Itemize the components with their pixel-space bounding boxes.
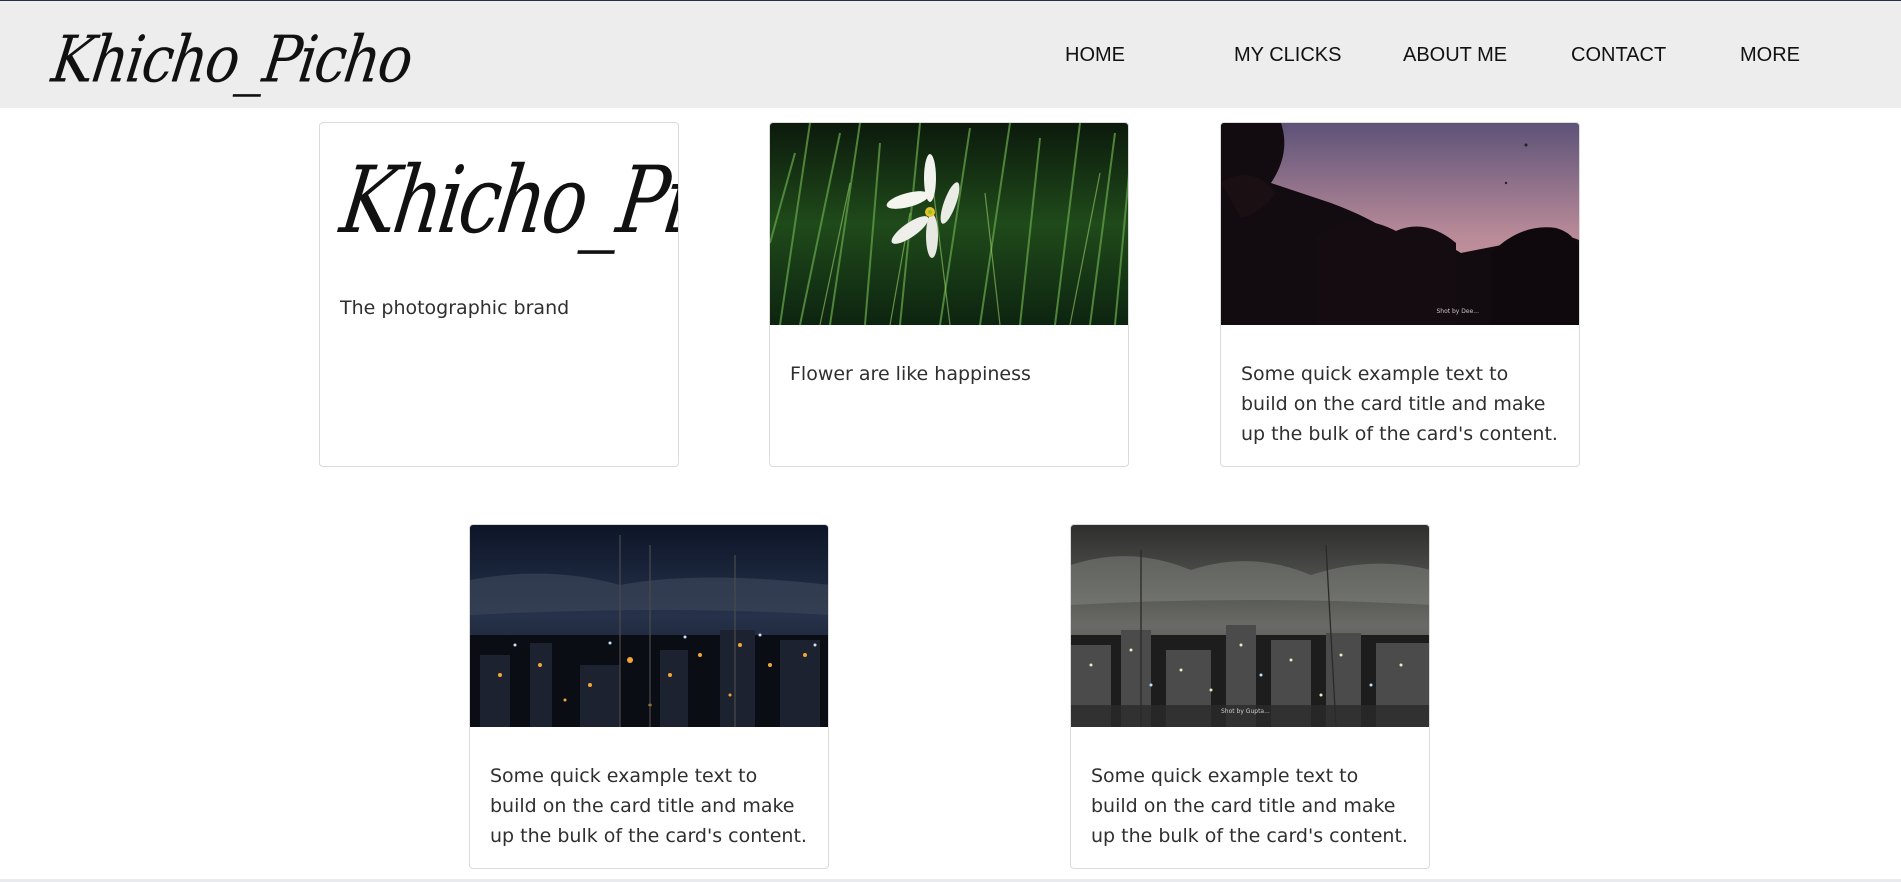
card-text: Some quick example text to build on the … [1091, 765, 1408, 847]
card-brand: Khicho_Picho The photographic brand [319, 122, 679, 467]
trees-photo [1221, 123, 1579, 325]
card-image-city-night [470, 525, 828, 727]
photo-watermark: Shot by Dee... [1436, 308, 1479, 315]
card-trees: Shot by Dee... Some quick example text t… [1220, 122, 1580, 467]
card-text: The photographic brand [340, 297, 570, 319]
city-cloudy-photo [1071, 525, 1429, 727]
card-text: Some quick example text to build on the … [1241, 363, 1558, 445]
navbar: Khicho_Picho HOME MY CLICKS ABOUT ME CON… [0, 1, 1901, 108]
nav-about-me[interactable]: ABOUT ME [1403, 44, 1507, 67]
flower-photo [770, 123, 1128, 325]
city-night-photo [470, 525, 828, 727]
card-image-city-cloudy: Shot by Gupta... [1071, 525, 1429, 727]
card-image-trees: Shot by Dee... [1221, 123, 1579, 325]
card-text: Flower are like happiness [790, 363, 1031, 385]
nav-home[interactable]: HOME [1065, 44, 1125, 67]
card-flower: Flower are like happiness [769, 122, 1129, 467]
card-image-flower [770, 123, 1128, 325]
card-text: Some quick example text to build on the … [490, 765, 807, 847]
card-logo-signature: Khicho_Picho [334, 147, 679, 255]
nav-contact[interactable]: CONTACT [1571, 44, 1666, 67]
photo-watermark: Shot by Gupta... [1221, 708, 1270, 715]
nav-my-clicks[interactable]: MY CLICKS [1234, 44, 1341, 67]
brand-logo[interactable]: Khicho_Picho [47, 23, 415, 98]
card-city-cloudy: Shot by Gupta... Some quick example text… [1070, 524, 1430, 869]
card-city-night: Some quick example text to build on the … [469, 524, 829, 869]
nav-more[interactable]: MORE [1740, 44, 1800, 67]
